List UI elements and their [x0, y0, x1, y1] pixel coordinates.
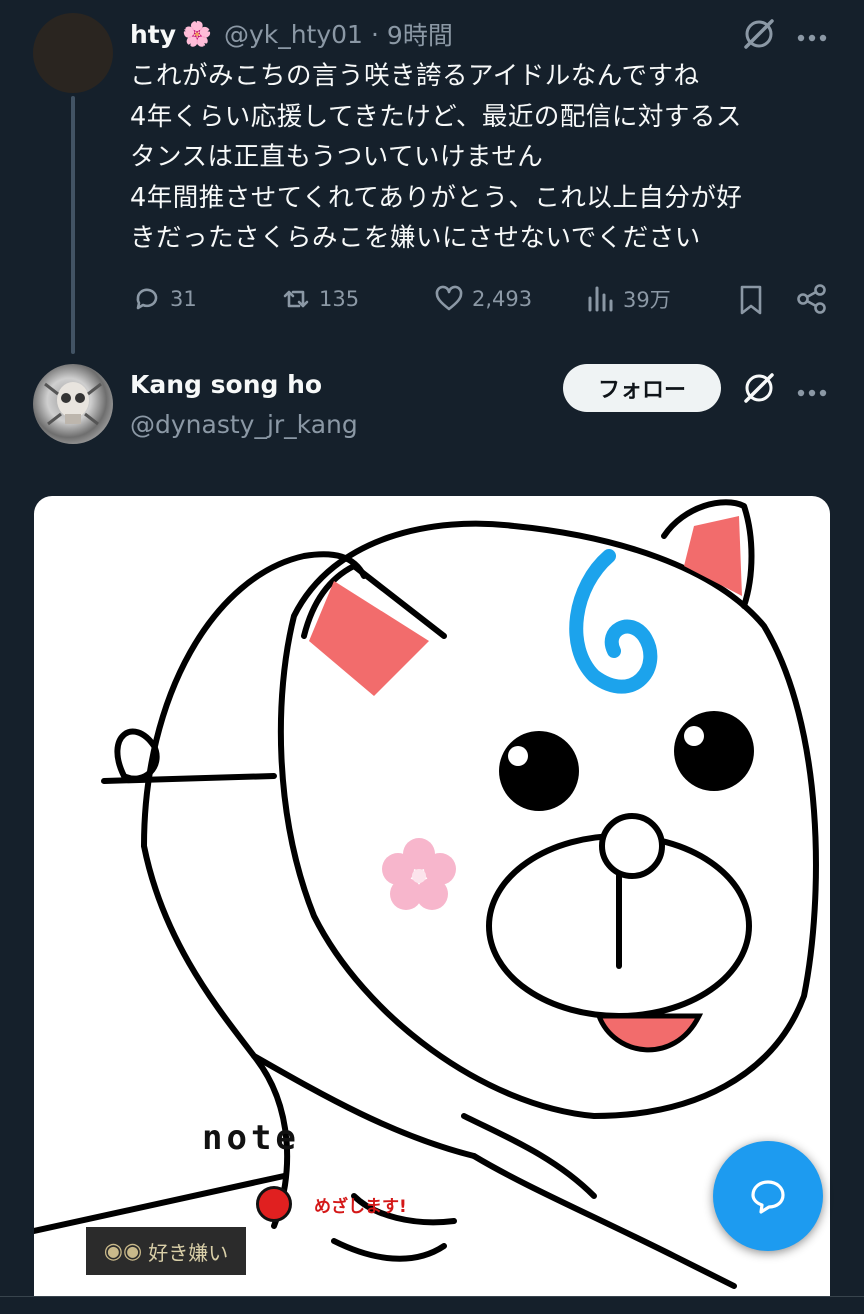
views-button[interactable]: 39万	[585, 284, 671, 314]
views-count: 39万	[623, 288, 671, 312]
tweet2-image[interactable]: note めざします! ◉◉ 好き嫌い	[34, 496, 830, 1296]
compose-button[interactable]	[713, 1141, 823, 1251]
suki-kirai-badge: ◉◉ 好き嫌い	[86, 1227, 246, 1275]
avatar-hty[interactable]	[33, 13, 113, 93]
tweet1-line: きだったさくらみこを嫌いにさせないでください	[130, 223, 701, 253]
follow-button[interactable]: フォロー	[563, 364, 721, 412]
like-count: 2,493	[472, 287, 533, 311]
tweet1-line: 4年間推させてくれてありがとう、これ以上自分が好	[130, 182, 743, 213]
like-icon	[435, 285, 463, 311]
tweet2-handle[interactable]: @dynasty_jr_kang	[130, 410, 358, 439]
mezamashi-text: めざします!	[314, 1197, 407, 1217]
views-icon	[588, 286, 613, 312]
retweet-icon	[283, 290, 309, 308]
red-circle-logo	[256, 1186, 292, 1222]
like-button[interactable]: 2,493	[434, 284, 532, 314]
avatar-kang[interactable]	[33, 364, 113, 444]
tweet1-handle[interactable]: @yk_hty01	[224, 20, 363, 49]
grok-icon[interactable]	[741, 16, 777, 52]
mask-icon: ◉◉	[103, 1238, 143, 1264]
share-icon[interactable]	[796, 283, 828, 315]
skull-art	[44, 382, 102, 426]
tweet1-text: これがみこちの言う咲き誇るアイドルなんですね 4年くらい応援してきたけど、最近の…	[130, 56, 850, 259]
retweet-count: 135	[319, 287, 360, 311]
reply-count: 31	[170, 287, 197, 311]
tweet1-line: これがみこちの言う咲き誇るアイドルなんですね	[130, 61, 700, 91]
retweet-button[interactable]: 135	[281, 284, 359, 314]
compose-icon	[751, 1180, 785, 1214]
separator-dot: ·	[370, 19, 379, 49]
more-icon[interactable]	[796, 28, 828, 42]
note-logo-text: note	[202, 1118, 300, 1158]
more-icon[interactable]	[796, 383, 828, 397]
badge-text: 好き嫌い	[148, 1240, 229, 1265]
tweet1-time[interactable]: 9時間	[387, 16, 453, 52]
tweet2-display-name[interactable]: Kang song ho	[130, 370, 322, 399]
tweet1-display-name[interactable]: hty	[130, 20, 176, 49]
grok-icon[interactable]	[741, 370, 777, 406]
cat-drawing	[34, 499, 819, 1289]
bookmark-icon[interactable]	[736, 284, 766, 316]
reply-icon	[136, 288, 158, 310]
sakura-emoji: 🌸	[182, 20, 212, 48]
tweet1-header: hty 🌸 @yk_hty01 · 9時間	[130, 16, 453, 52]
tweet1-line: タンスは正直もうついていけません	[130, 142, 544, 172]
bottom-bar	[0, 1296, 864, 1314]
thread-line	[71, 96, 75, 354]
tweet1-line: 4年くらい応援してきたけど、最近の配信に対するス	[130, 101, 742, 132]
reply-button[interactable]: 31	[132, 284, 197, 314]
